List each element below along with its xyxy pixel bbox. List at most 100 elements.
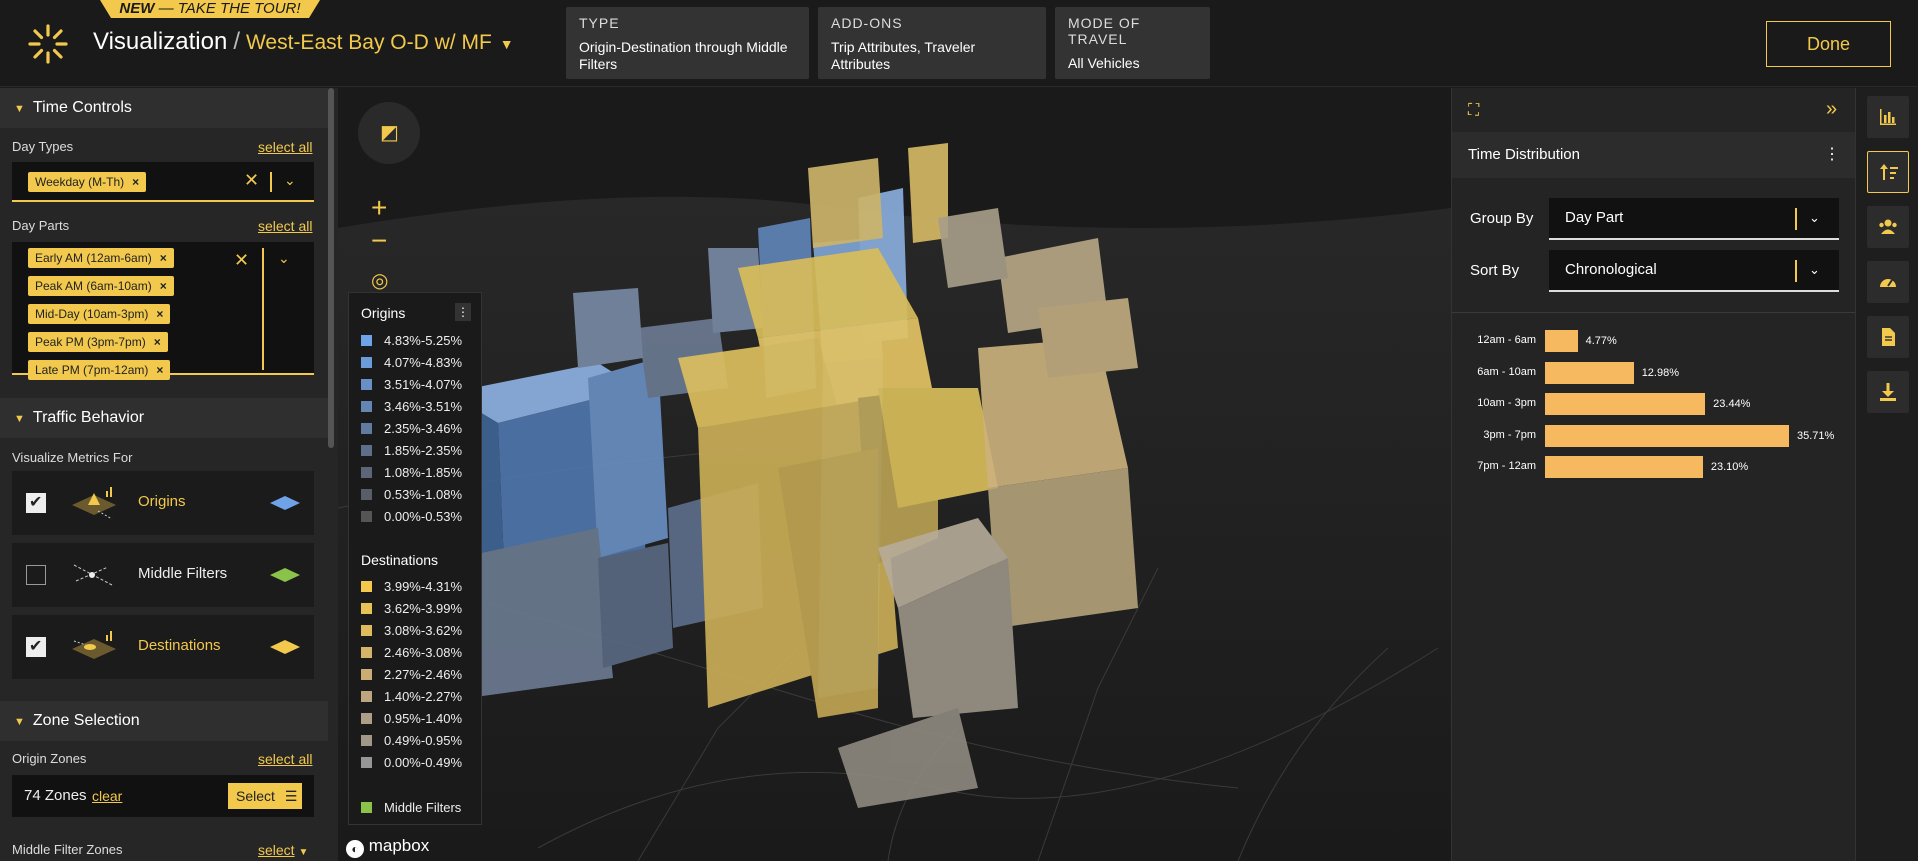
bar[interactable] bbox=[1545, 456, 1703, 478]
legend-origin-range-label: 1.08%-1.85% bbox=[384, 465, 463, 480]
mode-card-label: MODE OF TRAVEL bbox=[1068, 15, 1141, 47]
legend-swatch bbox=[361, 802, 372, 813]
remove-tag-icon[interactable]: × bbox=[156, 307, 163, 321]
mapbox-logo[interactable]: ◐ mapbox bbox=[346, 836, 429, 858]
day-parts-select-all[interactable]: select all bbox=[258, 218, 312, 234]
legend-swatch bbox=[361, 647, 372, 658]
locate-icon[interactable]: ◎ bbox=[371, 268, 388, 293]
destinations-metric-label: Destinations bbox=[138, 637, 221, 654]
metric-row-origins[interactable]: Origins bbox=[12, 471, 314, 535]
expand-icon[interactable]: ⛶ bbox=[1468, 102, 1479, 120]
day-part-tag: Peak PM (3pm-7pm) × bbox=[28, 332, 168, 352]
middle-filters-checkbox[interactable] bbox=[26, 565, 46, 585]
legend-destination-range-label: 1.40%-2.27% bbox=[384, 689, 463, 704]
legend-origin-range-label: 4.07%-4.83% bbox=[384, 355, 463, 370]
zone-selection-header[interactable]: ▼ Zone Selection bbox=[0, 701, 328, 741]
collapse-panel-icon[interactable]: » bbox=[1826, 98, 1837, 121]
bar-value-label: 35.71% bbox=[1797, 429, 1835, 442]
metric-row-middle-filters[interactable]: Middle Filters bbox=[12, 543, 314, 607]
remove-tag-icon[interactable]: × bbox=[160, 279, 167, 293]
breadcrumb-separator: / bbox=[233, 28, 240, 55]
traffic-behavior-header[interactable]: ▼ Traffic Behavior bbox=[0, 398, 328, 438]
origin-zone-count: 74 Zones bbox=[24, 787, 87, 804]
time-controls-header[interactable]: ▼ Time Controls bbox=[0, 88, 328, 128]
zoom-in-button[interactable]: + bbox=[371, 192, 387, 224]
group-by-select[interactable]: Day Part ⌄ bbox=[1549, 198, 1839, 240]
addons-card-value: Trip Attributes, Traveler Attributes bbox=[831, 39, 976, 72]
compass-button[interactable]: ◩ bbox=[358, 102, 420, 164]
bar[interactable] bbox=[1545, 361, 1634, 384]
remove-tag-icon[interactable]: × bbox=[132, 175, 139, 189]
select-divider bbox=[1795, 260, 1797, 282]
destinations-checkbox[interactable] bbox=[26, 636, 46, 657]
legend-destination-row: 2.27%-2.46% bbox=[361, 667, 462, 683]
remove-tag-icon[interactable]: × bbox=[154, 335, 161, 349]
zone-selection-title: Zone Selection bbox=[32, 712, 140, 729]
middle-select-label: select bbox=[258, 842, 295, 858]
legend-origin-row: 0.53%-1.08% bbox=[361, 487, 462, 503]
sort-button[interactable] bbox=[1867, 151, 1909, 193]
legend-destination-range-label: 0.00%-0.49% bbox=[384, 755, 463, 770]
legend-middle-filters: Middle Filters bbox=[361, 800, 461, 816]
download-button[interactable] bbox=[1867, 371, 1909, 413]
breadcrumb-root[interactable]: Visualization bbox=[93, 28, 227, 55]
legend-swatch bbox=[361, 379, 372, 390]
clear-icon[interactable]: ✕ bbox=[234, 250, 249, 271]
map-canvas[interactable]: ◩ + − ◎ bbox=[338, 88, 1451, 861]
document-button[interactable] bbox=[1867, 316, 1909, 358]
sort-by-select[interactable]: Chronological ⌄ bbox=[1549, 250, 1839, 292]
traffic-behavior-title: Traffic Behavior bbox=[32, 409, 145, 426]
legend-middle-filters-label: Middle Filters bbox=[384, 800, 462, 815]
legend-menu-icon[interactable]: ⋮ bbox=[455, 303, 471, 321]
legend-destination-row: 1.40%-2.27% bbox=[361, 689, 462, 705]
legend-origin-range-label: 4.83%-5.25% bbox=[384, 333, 463, 348]
day-type-tag: Weekday (M-Th) × bbox=[28, 172, 147, 192]
bar-category-label: 3pm - 7pm bbox=[1483, 428, 1536, 441]
bar[interactable] bbox=[1545, 330, 1578, 352]
metric-row-destinations[interactable]: Destinations bbox=[12, 615, 314, 679]
day-parts-select[interactable]: Early AM (12am-6am) × Peak AM (6am-10am) ×… bbox=[12, 242, 314, 380]
legend-swatch bbox=[361, 489, 372, 500]
bar-category-label: 12am - 6am bbox=[1477, 334, 1536, 346]
zoom-out-button[interactable]: − bbox=[371, 225, 387, 257]
origin-zones-box: 74 Zones clear Select ☰ bbox=[12, 775, 314, 817]
time-distribution-header: Time Distribution ⋮ bbox=[1452, 132, 1856, 178]
origin-zones-label: Origin Zones bbox=[12, 751, 87, 766]
gauge-icon bbox=[1880, 279, 1896, 287]
origins-checkbox[interactable] bbox=[26, 492, 46, 513]
origin-zones-clear-link[interactable]: clear bbox=[92, 788, 122, 804]
left-panel-scrollbar[interactable] bbox=[328, 88, 334, 448]
middle-filter-zones-select[interactable]: select ▼ bbox=[258, 842, 308, 858]
type-card-value: Origin-Destination through Middle Filter… bbox=[579, 39, 788, 72]
clear-icon[interactable]: ✕ bbox=[244, 170, 259, 191]
users-button[interactable] bbox=[1867, 206, 1909, 248]
gauge-button[interactable] bbox=[1867, 261, 1909, 303]
remove-tag-icon[interactable]: × bbox=[160, 251, 167, 265]
users-icon bbox=[1879, 219, 1897, 234]
time-distribution-title: Time Distribution bbox=[1468, 146, 1580, 163]
map-3d-render bbox=[338, 88, 1451, 861]
origin-zones-select-all[interactable]: select all bbox=[258, 751, 312, 767]
remove-tag-icon[interactable]: × bbox=[156, 363, 163, 377]
panel-menu-icon[interactable]: ⋮ bbox=[1824, 132, 1840, 178]
collapse-triangle-icon: ▼ bbox=[14, 103, 25, 115]
bar[interactable] bbox=[1545, 424, 1789, 447]
day-types-select[interactable]: Weekday (M-Th) × ✕ ⌄ bbox=[12, 162, 314, 202]
chevron-down-icon[interactable]: ⌄ bbox=[278, 250, 290, 267]
done-button[interactable]: Done bbox=[1766, 21, 1891, 67]
document-icon bbox=[1882, 328, 1895, 346]
day-types-label: Day Types bbox=[12, 139, 74, 154]
legend-destination-row: 3.99%-4.31% bbox=[361, 579, 462, 595]
chevron-down-icon[interactable]: ▼ bbox=[500, 36, 514, 52]
bar[interactable] bbox=[1545, 393, 1706, 415]
right-panel: ⛶ » Time Distribution ⋮ Group By Day Par… bbox=[1451, 88, 1856, 861]
origin-zones-select-button[interactable]: Select ☰ bbox=[228, 783, 302, 809]
day-types-select-all[interactable]: select all bbox=[258, 139, 312, 155]
tour-banner[interactable]: NEW — TAKE THE TOUR! bbox=[100, 0, 320, 18]
chevron-down-icon[interactable]: ⌄ bbox=[284, 172, 296, 189]
addons-card: ADD-ONS Trip Attributes, Traveler Attrib… bbox=[818, 7, 1046, 79]
bar-chart-button[interactable] bbox=[1867, 96, 1909, 138]
project-name-dropdown[interactable]: West-East Bay O-D w/ MF bbox=[246, 31, 492, 54]
mapbox-label: mapbox bbox=[368, 836, 430, 855]
legend-swatch bbox=[361, 735, 372, 746]
